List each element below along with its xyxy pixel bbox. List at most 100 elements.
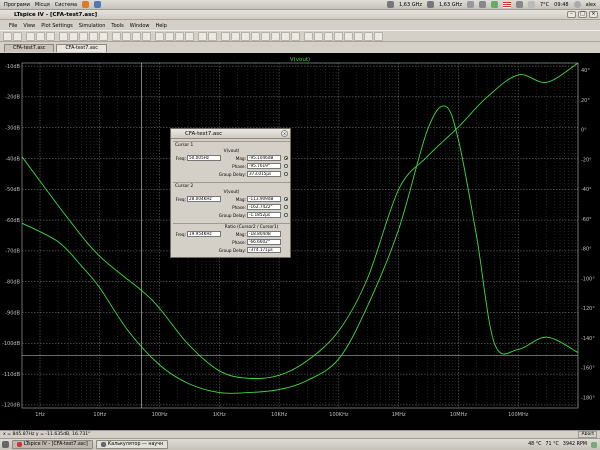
cursor2-mag-radio[interactable] [284,197,288,201]
tile-horizontal-icon[interactable] [112,31,121,41]
trace-label[interactable]: V(vout) [290,57,310,63]
taskbar: LTspice IV - [CFA-test7.asc] Калькулятор… [0,438,600,450]
undo-icon[interactable] [324,31,333,41]
task-ltspice[interactable]: LTspice IV - [CFA-test7.asc] [12,440,93,449]
text-icon[interactable] [364,31,373,41]
menu-programs[interactable]: Програми [4,2,30,8]
ratio-gd-field[interactable]: -374.171µs [247,247,281,253]
task-calculator[interactable]: Калькулятор — научн [95,440,169,449]
dialog-titlebar[interactable]: CFA-test7.asc × [171,129,290,139]
cursor1-freq-field[interactable]: 50.005Hz [187,155,221,161]
redo-icon[interactable] [334,31,343,41]
print-icon[interactable] [198,31,207,41]
pan-icon[interactable] [69,31,78,41]
cursor1-freq-label: Freq: [175,156,186,161]
volume-icon[interactable] [515,1,523,8]
left-tick-label: -30dB [5,125,20,131]
ratio-freq-field[interactable]: 19.954KHz [187,231,221,237]
cursor1-gd-field[interactable]: 373.015µs [247,171,281,177]
cursor-dialog[interactable]: CFA-test7.asc × Cursor 1 V(vout) Freq: 5… [170,128,291,258]
paste-icon[interactable] [175,31,184,41]
menu-plot-settings[interactable]: Plot Settings [41,23,73,29]
menu-simulation[interactable]: Simulation [79,23,106,29]
open-icon[interactable] [3,31,12,41]
cascade-icon[interactable] [132,31,141,41]
control-panel-icon[interactable] [26,31,35,41]
minimize-icon[interactable]: – [567,11,576,18]
mail-tray-icon[interactable] [466,1,474,8]
inductor-icon[interactable] [271,31,280,41]
cursor1-phase-radio[interactable] [284,164,288,168]
menu-window[interactable]: Window [130,23,150,29]
username[interactable]: alex [586,2,596,8]
mirror-icon[interactable] [354,31,363,41]
halt-icon[interactable] [46,31,55,41]
menu-tools[interactable]: Tools [111,23,123,29]
mail-icon[interactable] [94,1,102,8]
cut-icon[interactable] [155,31,164,41]
keyboard-layout-flag-icon[interactable] [502,1,511,8]
zoom-out-icon[interactable] [79,31,88,41]
trash-icon[interactable] [591,441,597,448]
print-setup-icon[interactable] [208,31,217,41]
cursor2-mag-field[interactable]: -113.909dB [247,196,281,202]
cursor1-mag-field[interactable]: -95.1046dB [247,155,281,161]
battery-icon[interactable] [490,1,498,8]
rotate-icon[interactable] [344,31,353,41]
zoom-fit-icon[interactable] [89,31,98,41]
copy-icon[interactable] [165,31,174,41]
menu-view[interactable]: View [23,23,35,29]
ground-icon[interactable] [231,31,240,41]
run-icon[interactable] [36,31,45,41]
spice-directive-icon[interactable] [374,31,383,41]
abort-button[interactable]: Abort [578,431,597,438]
window-title: LTspice IV - [CFA-test7.asc] [14,11,98,18]
menu-file[interactable]: File [9,23,17,29]
ratio-phase-field[interactable]: -66.6602° [247,239,281,245]
cpu-freq-1: 1,63 GHz [399,1,422,8]
cursor2-gd-radio[interactable] [284,213,288,217]
cursor2-freq-field[interactable]: 28.004KHz [187,196,221,202]
capacitor-icon[interactable] [261,31,270,41]
weather-icon[interactable] [527,1,535,8]
save-icon[interactable] [13,31,22,41]
ratio-mag-field[interactable]: -18.804dB [247,231,281,237]
clock[interactable]: 09:48 [554,2,568,8]
window-titlebar[interactable]: LTspice IV - [CFA-test7.asc] – □ × [0,10,600,20]
drag-icon[interactable] [314,31,323,41]
cursor1-mag-radio[interactable] [284,156,288,160]
menu-system[interactable]: Система [55,2,77,8]
component-icon[interactable] [291,31,300,41]
cursor2-phase-field[interactable]: -162.7422° [247,204,281,210]
cursor1-gd-radio[interactable] [284,172,288,176]
cursor1-phase-field[interactable]: -95.7619° [247,163,281,169]
tile-vertical-icon[interactable] [122,31,131,41]
cursor2-mag-label: Mag: [235,197,246,202]
waveform-plot[interactable]: -10dB -20dB -30dB -40dB -50dB -60dB -70dB -80dB… [0,53,600,430]
resistor-icon[interactable] [251,31,260,41]
cursor2-gd-field[interactable]: -1.1852µs [247,212,281,218]
move-icon[interactable] [304,31,313,41]
cursor2-freq-label: Freq: [175,197,186,202]
firefox-icon[interactable] [82,1,90,8]
close-window-icon[interactable] [142,31,151,41]
zoom-in-icon[interactable] [59,31,68,41]
show-desktop-icon[interactable] [2,441,9,448]
diode-icon[interactable] [281,31,290,41]
close-icon[interactable]: × [589,11,598,18]
maximize-icon[interactable]: □ [578,11,587,18]
zoom-cancel-icon[interactable] [99,31,108,41]
right-tick-label: 20° [581,98,590,104]
menu-help[interactable]: Help [155,23,166,29]
label-icon[interactable] [241,31,250,41]
cursor2-phase-radio[interactable] [284,205,288,209]
find-icon[interactable] [185,31,194,41]
menu-places[interactable]: Місця [35,2,50,8]
temperature[interactable]: 7°C [540,2,549,8]
close-icon[interactable]: × [281,130,288,137]
tab-schematic[interactable]: CFA-test7.asc [4,44,55,52]
tab-waveform[interactable]: CFA-test7.asc [56,44,107,52]
network-icon[interactable] [478,1,486,8]
wire-icon[interactable] [221,31,230,41]
left-tick-label: -80dB [5,280,20,286]
